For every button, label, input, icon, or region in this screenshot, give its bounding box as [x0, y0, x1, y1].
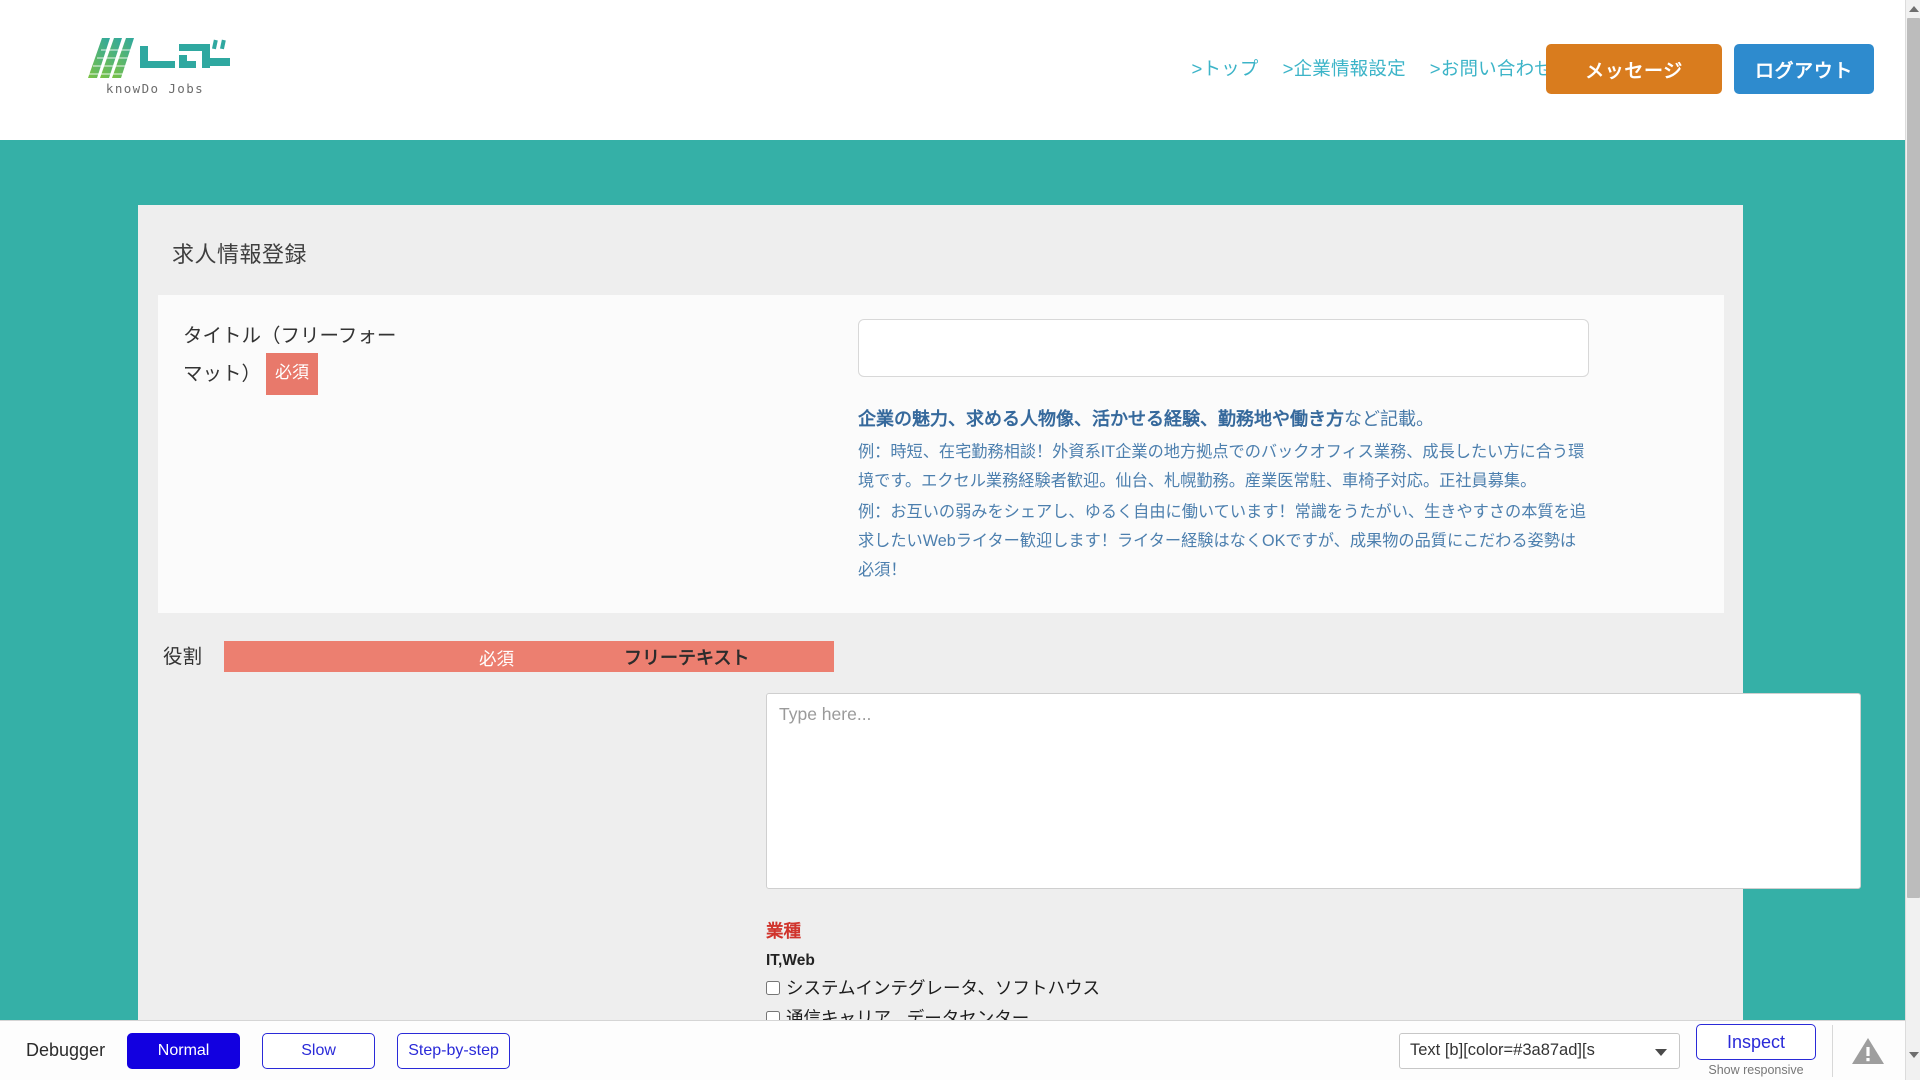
title-field-label: タイトル（フリーフォーマット） 必須: [183, 319, 398, 395]
divider: [1832, 1024, 1833, 1077]
site-logo[interactable]: knowDo Jobs: [80, 34, 230, 106]
role-field-label: 役割: [163, 646, 203, 668]
debugger-right-group: Text [b][color=#3a87ad][s Inspect Show r…: [1399, 1021, 1905, 1080]
page-root: knowDo Jobs >トップ >企業情報設定 >お問い合わせ メッセージ ロ…: [0, 0, 1920, 1080]
role-required-bar: 必須 フリーテキスト: [224, 641, 835, 672]
title-field-row: タイトル（フリーフォーマット） 必須 企業の魅力、求める人物像、活かせる経験、勤務…: [158, 295, 1724, 613]
role-bar-required-text: 必須: [479, 649, 515, 669]
knowdo-logo-icon: [88, 38, 230, 78]
logout-button[interactable]: ログアウト: [1734, 44, 1874, 94]
debug-speed-normal[interactable]: Normal: [127, 1032, 241, 1069]
title-field-input-col: 企業の魅力、求める人物像、活かせる経験、勤務地や働き方など記載。 例：時短、在宅…: [858, 319, 1724, 587]
hint-example-2: 例：お互いの弱みをシェアし、ゆるく自由に働いています！常識をうたがい、生きやすさ…: [858, 503, 1586, 579]
debug-speed-slow[interactable]: Slow: [262, 1032, 376, 1069]
title-hint-block: 企業の魅力、求める人物像、活かせる経験、勤務地や働き方など記載。 例：時短、在宅…: [858, 404, 1589, 585]
page-title: 求人情報登録: [172, 242, 308, 267]
industry-checkbox-0[interactable]: [766, 980, 780, 995]
industry-checkbox-label-0: システムインテグレータ、ソフトハウス: [786, 978, 1100, 998]
nav-company-settings[interactable]: >企業情報設定: [1283, 55, 1406, 81]
hint-heading: 企業の魅力、求める人物像、活かせる経験、勤務地や働き方など記載。: [858, 404, 1589, 434]
job-registration-card: 求人情報登録 タイトル（フリーフォーマット） 必須 企業の魅力、求める人物像、活か…: [138, 205, 1861, 1049]
nav-contact[interactable]: >お問い合わせ: [1430, 55, 1553, 81]
role-bar-freetext-label: フリーテキスト: [624, 648, 750, 668]
scrollbar-thumb[interactable]: [1907, 18, 1920, 898]
hint-heading-plain: など記載。: [1344, 409, 1434, 429]
main-nav: >トップ >企業情報設定 >お問い合わせ: [1191, 55, 1553, 81]
role-textarea[interactable]: [766, 693, 1861, 889]
inspect-button[interactable]: Inspect: [1696, 1024, 1816, 1060]
warning-icon[interactable]: [1851, 1036, 1885, 1066]
list-item[interactable]: システムインテグレータ、ソフトハウス: [766, 975, 1743, 1000]
industry-group-label: IT,Web: [766, 952, 815, 969]
debug-element-select-value: Text [b][color=#3a87ad][s: [1410, 1041, 1595, 1059]
debugger-bar: Debugger Normal Slow Step-by-step Text […: [0, 1020, 1905, 1080]
title-field-label-col: タイトル（フリーフォーマット） 必須: [158, 319, 858, 587]
status-badge-required: 必須: [266, 353, 319, 395]
nav-top[interactable]: >トップ: [1191, 55, 1258, 81]
inspect-group: Inspect Show responsive: [1696, 1024, 1816, 1077]
debugger-label: Debugger: [26, 1040, 106, 1060]
debug-speed-step[interactable]: Step-by-step: [397, 1032, 511, 1069]
message-button[interactable]: メッセージ: [1546, 44, 1722, 94]
show-responsive-label[interactable]: Show responsive: [1708, 1063, 1803, 1077]
hint-example-1: 例：時短、在宅勤務相談！外資系IT企業の地方拠点でのバックオフィス業務、成長した…: [858, 443, 1585, 490]
scroll-up-arrow-icon[interactable]: [1909, 6, 1919, 12]
industry-heading: 業種: [766, 921, 801, 941]
debug-element-select[interactable]: Text [b][color=#3a87ad][s: [1399, 1032, 1680, 1069]
site-header: knowDo Jobs >トップ >企業情報設定 >お問い合わせ メッセージ ロ…: [0, 0, 1905, 140]
hint-heading-bold: 企業の魅力、求める人物像、活かせる経験、勤務地や働き方: [858, 409, 1344, 429]
title-input[interactable]: [858, 319, 1589, 377]
page-scrollbar[interactable]: [1905, 0, 1920, 1080]
logo-wordmark: knowDo Jobs: [105, 81, 205, 96]
role-field-row: 役割 必須 フリーテキスト: [138, 613, 1743, 673]
chevron-down-icon: [1655, 1048, 1667, 1056]
role-field-controls: 業種 IT,Web システムインテグレータ、ソフトハウス 通信キャリア、データセ…: [138, 673, 1861, 1049]
scroll-down-arrow-icon[interactable]: [1909, 1052, 1919, 1058]
